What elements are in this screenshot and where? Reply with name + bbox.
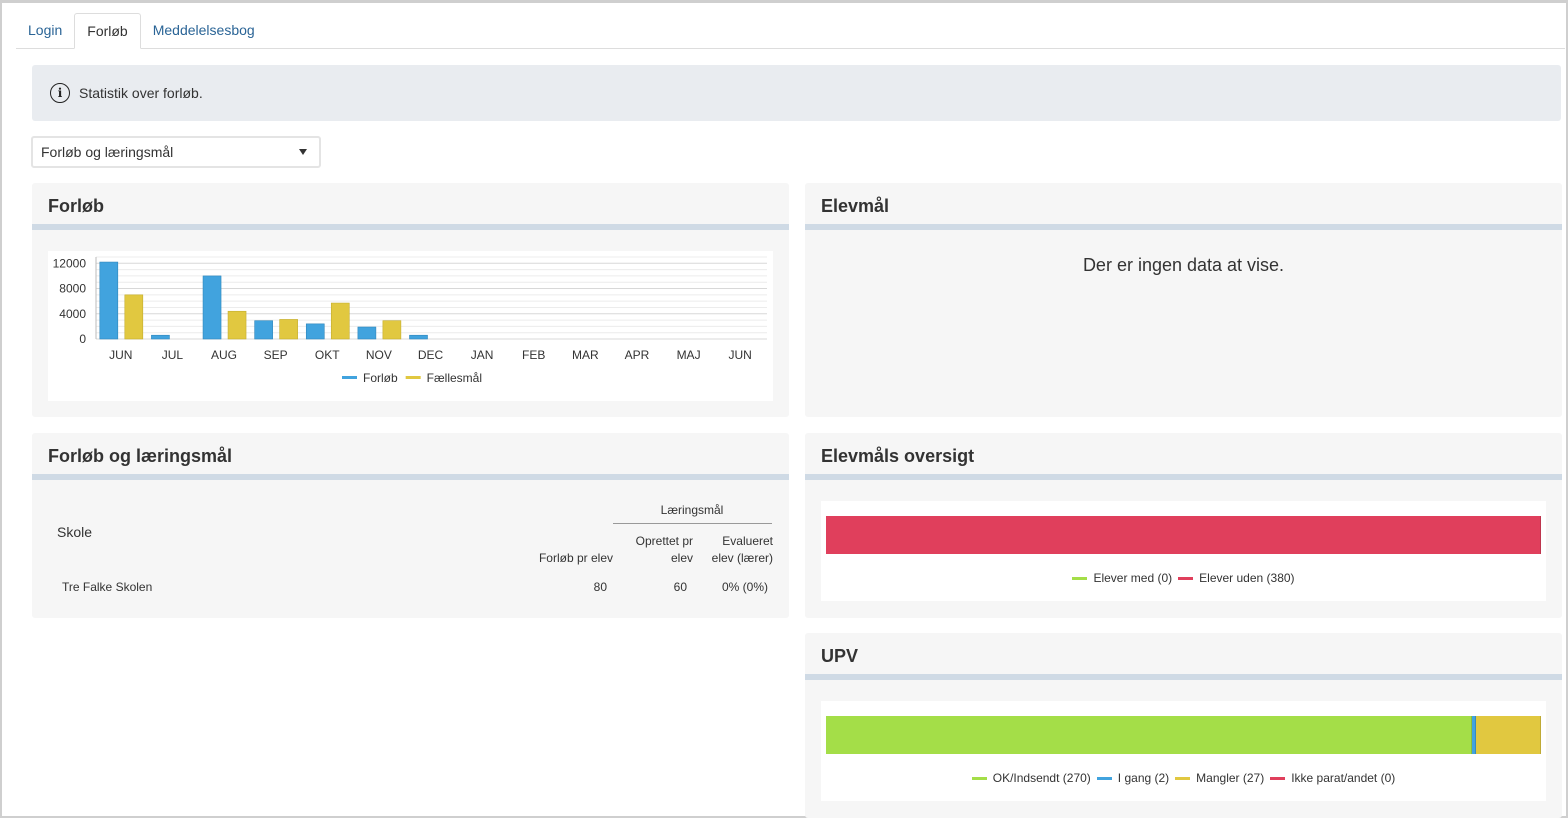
legend-item[interactable]: Elever uden (380) xyxy=(1178,571,1295,585)
legend-swatch xyxy=(1072,576,1088,580)
x-tick-label: JUN xyxy=(109,348,132,362)
legend-label: Mangler (27) xyxy=(1196,771,1265,785)
y-tick-label: 0 xyxy=(79,332,86,346)
column-group-header: Læringsmål xyxy=(660,503,724,517)
info-text: Statistik over forløb. xyxy=(79,85,203,101)
column-header-oprettet-line2: elev xyxy=(670,551,693,565)
cell-evalueret: 0% (0%) xyxy=(721,580,768,594)
tab-bar: Login Forløb Meddelelsesbog xyxy=(16,13,1565,49)
column-header-forlob: Forløb pr elev xyxy=(538,551,613,565)
bar xyxy=(254,320,273,340)
no-data-message: Der er ingen data at vise. xyxy=(1082,255,1285,275)
column-group-divider xyxy=(613,523,772,524)
x-tick-label: MAR xyxy=(572,348,599,362)
legend-swatch xyxy=(1175,776,1191,780)
legend-swatch xyxy=(1096,776,1112,780)
elevmal-legend: Elever med (0) Elever uden (380) xyxy=(821,571,1546,585)
legend-label: OK/Indsendt (270) xyxy=(992,771,1091,785)
elevmal-oversigt-panel: Elevmåls oversigt Elever med (0) Elever u… xyxy=(805,433,1562,618)
legend-swatch xyxy=(405,376,421,379)
tab-login[interactable]: Login xyxy=(16,13,74,48)
x-tick-label: AUG xyxy=(211,348,237,362)
y-tick-label: 12000 xyxy=(53,256,87,270)
panel-title: UPV xyxy=(805,633,1562,680)
cell-forlob: 80 xyxy=(593,580,607,594)
column-header-evalueret-line2: elev (lærer) xyxy=(711,551,773,565)
tab-forlob[interactable]: Forløb xyxy=(74,13,141,49)
bar xyxy=(202,275,222,340)
forlob-bar-chart: 0 4000 8000 12000 JUN JUL AUG SEP OKT NOV DEC JAN FE… xyxy=(53,256,767,385)
info-icon: i xyxy=(50,83,70,103)
bar xyxy=(99,261,119,340)
bar xyxy=(382,320,402,340)
legend-item[interactable]: Elever med (0) xyxy=(1072,571,1172,585)
bar xyxy=(357,326,377,340)
y-tick-label: 8000 xyxy=(59,282,86,296)
upv-panel: UPV OK/Indsendt (270) I gang (2) Mangler (… xyxy=(805,633,1562,818)
caret-down-icon xyxy=(299,149,307,155)
x-tick-label: APR xyxy=(625,348,650,362)
upv-stacked-bar xyxy=(826,716,1541,754)
select-value: Forløb og læringsmål xyxy=(41,144,174,160)
y-tick-label: 4000 xyxy=(59,307,86,321)
stack-segment xyxy=(826,716,1472,754)
legend-label: Forløb xyxy=(363,371,398,385)
stack-segment xyxy=(826,516,1541,554)
legend-label: Elever med (0) xyxy=(1093,571,1173,585)
legend-label: I gang (2) xyxy=(1117,771,1170,785)
elevmal-chart-card: Elever med (0) Elever uden (380) xyxy=(821,501,1546,601)
column-header-evalueret: Evalueret elev (lærer) xyxy=(692,533,773,567)
x-tick-label: FEB xyxy=(522,348,545,362)
x-tick-label: SEP xyxy=(264,348,288,362)
bar xyxy=(151,334,170,340)
bar xyxy=(330,302,350,340)
column-header-evalueret-line1: Evalueret xyxy=(722,534,773,548)
x-tick-label: NOV xyxy=(366,348,392,362)
forlob-panel: Forløb 0 4000 8000 12000 JUN JUL AUG SEP OKT NOV D… xyxy=(32,183,789,417)
x-tick-label: JUN xyxy=(729,348,752,362)
bar xyxy=(227,310,247,340)
column-header-oprettet: Oprettet pr elev xyxy=(612,533,693,567)
legend-label: Fællesmål xyxy=(427,371,482,385)
forlob-laeringsmal-panel: Forløb og læringsmål Læringsmål Skole Fo… xyxy=(32,433,789,618)
stats-table: Læringsmål Skole Forløb pr elev Oprettet… xyxy=(32,433,789,618)
x-tick-label: OKT xyxy=(315,348,340,362)
legend-item[interactable]: OK/Indsendt (270) xyxy=(971,771,1091,785)
cell-oprettet: 60 xyxy=(673,580,687,594)
x-tick-label: DEC xyxy=(418,348,444,362)
legend-item[interactable]: Ikke parat/andet (0) xyxy=(1270,771,1395,785)
legend-swatch xyxy=(971,776,987,780)
bar xyxy=(409,334,428,340)
tab-meddelelsesbog[interactable]: Meddelelsesbog xyxy=(141,13,267,48)
forlob-chart-card: 0 4000 8000 12000 JUN JUL AUG SEP OKT NOV DEC JAN FE… xyxy=(48,251,773,401)
cell-school: Tre Falke Skolen xyxy=(62,580,153,594)
bar xyxy=(305,323,325,340)
bar xyxy=(124,294,144,340)
legend-label: Ikke parat/andet (0) xyxy=(1291,771,1396,785)
x-tick-label: MAJ xyxy=(677,348,701,362)
panel-title: Elevmåls oversigt xyxy=(805,433,1562,480)
x-tick-label: JUL xyxy=(162,348,184,362)
legend-item[interactable]: Mangler (27) xyxy=(1175,771,1264,785)
upv-legend: OK/Indsendt (270) I gang (2) Mangler (27) I… xyxy=(821,771,1546,785)
upv-chart-card: OK/Indsendt (270) I gang (2) Mangler (27) I… xyxy=(821,701,1546,801)
stack-segment xyxy=(1476,716,1541,754)
legend-swatch xyxy=(342,376,357,379)
legend-label: Elever uden (380) xyxy=(1199,571,1295,585)
legend-swatch xyxy=(1270,776,1286,780)
legend-swatch xyxy=(1178,576,1194,580)
statistics-select[interactable]: Forløb og læringsmål xyxy=(31,136,321,168)
column-header-school: Skole xyxy=(57,524,93,540)
panel-title: Elevmål xyxy=(805,183,1562,230)
elevmal-stacked-bar xyxy=(826,516,1541,554)
elevmal-panel: Elevmål Der er ingen data at vise. xyxy=(805,183,1562,417)
column-header-oprettet-line1: Oprettet pr xyxy=(635,534,693,548)
panel-title: Forløb xyxy=(32,183,789,230)
info-alert: i Statistik over forløb. xyxy=(32,65,1561,121)
x-tick-label: JAN xyxy=(471,348,494,362)
legend-item[interactable]: I gang (2) xyxy=(1096,771,1170,785)
bar xyxy=(279,319,298,340)
